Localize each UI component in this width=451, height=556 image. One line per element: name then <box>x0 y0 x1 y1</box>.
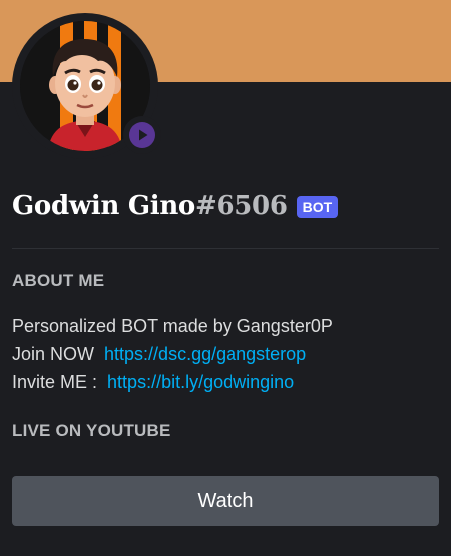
avatar-container[interactable] <box>12 13 161 159</box>
bot-tag: BOT <box>296 196 339 218</box>
username-row: Godwin Gino #6506 BOT <box>12 186 339 226</box>
bot-invite-link[interactable]: https://bit.ly/godwingino <box>107 372 294 392</box>
username: Godwin Gino <box>12 191 195 221</box>
watch-button[interactable]: Watch <box>12 476 439 526</box>
activity-heading: LIVE ON YOUTUBE <box>12 421 171 440</box>
about-line-prefix: Invite ME : <box>12 372 98 392</box>
about-line: Personalized BOT made by Gangster0P <box>12 316 333 336</box>
divider <box>12 248 439 249</box>
server-invite-link[interactable]: https://dsc.gg/gangsterop <box>104 344 306 364</box>
user-profile-card: Godwin Gino #6506 BOT ABOUT ME Personali… <box>0 0 451 556</box>
about-line: Invite ME : https://bit.ly/godwingino <box>12 368 442 396</box>
about-line: Join NOW https://dsc.gg/gangsterop <box>12 340 442 368</box>
about-line-prefix: Join NOW <box>12 344 95 364</box>
status-indicator <box>123 116 161 154</box>
about-me-heading: ABOUT ME <box>12 271 105 290</box>
streaming-status-icon <box>129 122 155 148</box>
about-me-text: Personalized BOT made by Gangster0P Join… <box>12 312 442 396</box>
discriminator: #6506 <box>194 191 288 221</box>
